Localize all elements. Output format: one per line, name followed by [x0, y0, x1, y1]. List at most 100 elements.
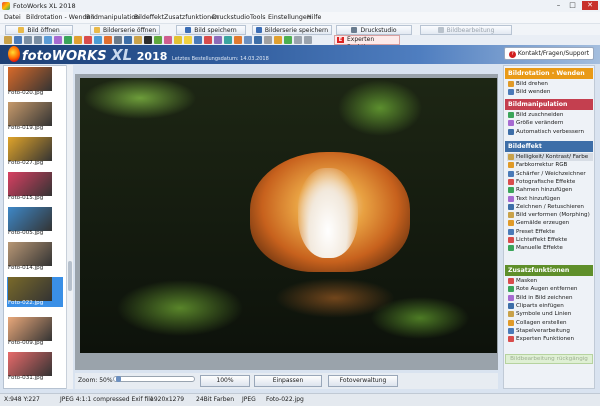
thumbnail-item[interactable]: Foto-015.jpg — [7, 172, 63, 202]
print-studio-button[interactable]: Druckstudio — [336, 25, 412, 35]
thumbnail-item[interactable]: Foto-019.jpg — [7, 102, 63, 132]
info-icon[interactable] — [284, 36, 292, 44]
function-item[interactable]: Preset Effekte — [507, 228, 593, 236]
enhance-icon[interactable] — [74, 36, 82, 44]
thumbnail-caption: Foto-015.jpg — [8, 195, 44, 201]
function-item[interactable]: Manuelle Effekte — [507, 244, 593, 252]
menu-tools[interactable]: Tools — [250, 14, 266, 21]
preset-icon[interactable] — [174, 36, 182, 44]
menu-bildrotation[interactable]: Bildrotation - Wenden — [26, 14, 94, 21]
resize-icon[interactable] — [64, 36, 72, 44]
function-item[interactable]: Masken — [507, 277, 593, 285]
thumbnail-item[interactable]: Foto-027.jpg — [7, 137, 63, 167]
contact-support-button[interactable]: ? Kontakt/Fragen/Support — [504, 47, 594, 60]
fit-button[interactable]: Einpassen — [254, 375, 322, 387]
redeye-icon[interactable] — [84, 36, 92, 44]
function-item[interactable]: Fotografische Effekte — [507, 178, 593, 186]
function-item[interactable]: Bild wenden — [507, 88, 593, 96]
expert-functions-button[interactable]: EExperten Funktionen — [334, 35, 400, 51]
scrollbar-thumb[interactable] — [68, 261, 72, 291]
open-image-button[interactable]: Bild öffnen — [5, 25, 73, 35]
crop-icon[interactable] — [54, 36, 62, 44]
function-item[interactable]: Gemälde erzeugen — [507, 219, 593, 227]
help-icon[interactable] — [274, 36, 282, 44]
draw-icon[interactable] — [144, 36, 152, 44]
function-item[interactable]: Bild verformen (Morphing) — [507, 211, 593, 219]
zoom-slider[interactable] — [113, 376, 195, 382]
manual-icon[interactable] — [194, 36, 202, 44]
close-button[interactable]: ✕ — [582, 1, 598, 10]
flip-icon[interactable] — [44, 36, 52, 44]
function-item[interactable]: Automatisch verbessern — [507, 128, 593, 136]
tiger-reflection — [275, 278, 395, 318]
open-series-button[interactable]: Bilderserie öffnen — [90, 25, 160, 35]
undo-icon[interactable] — [294, 36, 302, 44]
thumbnail-scrollbar[interactable] — [66, 65, 73, 389]
function-item[interactable]: Rahmen hinzufügen — [507, 186, 593, 194]
thumbnail-image — [8, 67, 52, 91]
menu-hilfe[interactable]: Hilfe — [307, 14, 321, 21]
brightness-icon[interactable] — [94, 36, 102, 44]
menu-einstellungen[interactable]: Einstellungen — [268, 14, 311, 21]
function-item[interactable]: Schärfer / Weichzeichner — [507, 170, 593, 178]
save-image-button[interactable]: Bild speichern — [176, 25, 246, 35]
paint-icon[interactable] — [164, 36, 172, 44]
thumbnail-item[interactable]: Foto-014.jpg — [7, 242, 63, 272]
mask-icon[interactable] — [204, 36, 212, 44]
zoom-100-button[interactable]: 100% — [200, 375, 250, 387]
photo-management-button[interactable]: Fotoverwaltung — [328, 375, 398, 387]
thumbnail-item[interactable]: Foto-020.jpg — [7, 67, 63, 97]
menu-bildmanipulation[interactable]: Bildmanipulation — [86, 14, 139, 21]
function-item[interactable]: Experten Funktionen — [507, 335, 593, 343]
thumbnail-item-selected[interactable]: Foto-022.jpg — [7, 277, 63, 307]
thumbnail-item[interactable]: Foto-005.jpg — [7, 207, 63, 237]
function-item[interactable]: Stapelverarbeitung — [507, 327, 593, 335]
print-icon[interactable] — [254, 36, 262, 44]
function-item[interactable]: Zeichnen / Retuschieren — [507, 203, 593, 211]
menu-bildeffekt[interactable]: Bildeffekt — [134, 14, 164, 21]
thumbnail-item[interactable]: Foto-031.jpg — [7, 352, 63, 382]
thumbnail-item[interactable]: Foto-009.jpg — [7, 317, 63, 347]
color-icon[interactable] — [104, 36, 112, 44]
function-label: Fotografische Effekte — [516, 178, 576, 185]
function-icon — [508, 278, 514, 284]
morph-icon[interactable] — [154, 36, 162, 44]
function-item[interactable]: Cliparts einfügen — [507, 302, 593, 310]
minimize-button[interactable]: – — [552, 1, 565, 10]
rotate-right-icon[interactable] — [34, 36, 42, 44]
function-item[interactable]: Symbole und Linien — [507, 310, 593, 318]
menu-zusatzfunktionen[interactable]: Zusatzfunktionen — [164, 14, 219, 21]
function-item[interactable]: Rote Augen entfernen — [507, 285, 593, 293]
zoom-slider-knob[interactable] — [115, 376, 121, 382]
save-icon[interactable] — [14, 36, 22, 44]
function-item[interactable]: Bild in Bild zeichnen — [507, 294, 593, 302]
thumbnail-image — [8, 102, 52, 126]
function-item[interactable]: Farbkorrektur RGB — [507, 161, 593, 169]
frame-icon[interactable] — [124, 36, 132, 44]
undo-batch-button[interactable]: Bildbearbeitung rückgängig — [420, 25, 512, 44]
save-series-button[interactable]: Bilderserie speichern — [252, 25, 332, 35]
function-item[interactable]: Lichteffekt Effekte — [507, 236, 593, 244]
rotate-left-icon[interactable] — [24, 36, 32, 44]
redo-icon[interactable] — [304, 36, 312, 44]
clipart-icon[interactable] — [214, 36, 222, 44]
settings-icon[interactable] — [264, 36, 272, 44]
sharpen-icon[interactable] — [114, 36, 122, 44]
menu-druckstudio[interactable]: Druckstudio — [212, 14, 250, 21]
text-icon[interactable] — [134, 36, 142, 44]
function-item[interactable]: Helligkeit/ Kontrast/ Farbe — [507, 153, 593, 161]
function-item[interactable]: Bild zuschneiden — [507, 111, 593, 119]
light-icon[interactable] — [184, 36, 192, 44]
batch-icon[interactable] — [244, 36, 252, 44]
collage-icon[interactable] — [234, 36, 242, 44]
undo-edit-button[interactable]: Bildbearbeitung rückgängig — [505, 354, 593, 364]
function-item[interactable]: Collagen erstellen — [507, 319, 593, 327]
function-item[interactable]: Text hinzufügen — [507, 195, 593, 203]
symbol-icon[interactable] — [224, 36, 232, 44]
folder-icon[interactable] — [4, 36, 12, 44]
menu-datei[interactable]: Datei — [4, 14, 21, 21]
function-item[interactable]: Größe verändern — [507, 119, 593, 127]
maximize-button[interactable]: □ — [566, 1, 579, 10]
function-item[interactable]: Bild drehen — [507, 80, 593, 88]
main-photo[interactable] — [80, 78, 497, 353]
